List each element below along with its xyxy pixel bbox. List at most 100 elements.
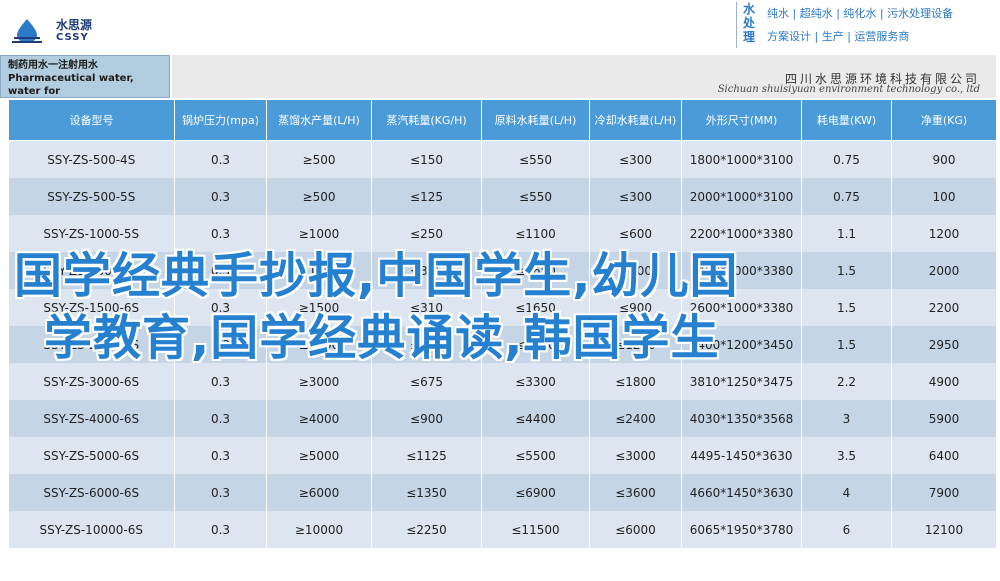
- table-cell: ≤1125: [371, 437, 482, 474]
- table-cell: 3.5: [801, 437, 892, 474]
- table-cell: SSY-ZS-1000-5S: [8, 215, 175, 252]
- table-row: SSY-ZS-6000-6S 0.3 ≥6000 ≤1350 ≤6900 ≤3600 466…: [8, 474, 997, 511]
- table-cell: 0.3: [174, 326, 267, 363]
- table-cell: ≤3000: [589, 437, 682, 474]
- table-cell: ≥1500: [266, 289, 372, 326]
- company-banner: 四川水思源环境科技有限公司 Sichuan shuisiyuan environ…: [172, 55, 996, 98]
- table-cell: 0.3: [174, 363, 267, 400]
- table-cell: ≥5000: [266, 437, 372, 474]
- table-cell: SSY-ZS-500-5S: [8, 178, 175, 215]
- table-cell: ≤6900: [481, 474, 590, 511]
- table-cell: ≥6000: [266, 474, 372, 511]
- table-cell: ≤675: [371, 363, 482, 400]
- table-cell: ≤125: [371, 178, 482, 215]
- table-cell: ≤300: [589, 178, 682, 215]
- table-cell: 0.3: [174, 437, 267, 474]
- header-distilled-output: 蒸馏水产量(L/H): [266, 99, 372, 141]
- table-cell: 0.3: [174, 474, 267, 511]
- table-cell: ≤3300: [481, 363, 590, 400]
- table-body: SSY-ZS-500-4S 0.3 ≥500 ≤150 ≤550 ≤300 1800*100…: [8, 140, 997, 548]
- table-cell: 0.75: [801, 178, 892, 215]
- table-cell: 2200: [891, 289, 997, 326]
- table-cell: ≤300: [589, 140, 682, 178]
- table-cell: SSY-ZS-3000-6S: [8, 363, 175, 400]
- table-cell: SSY-ZS-1500-5S: [8, 252, 175, 289]
- brand-name-cn: 水思源: [56, 18, 93, 32]
- header-steam-consumption: 蒸汽耗量(KG/H): [371, 99, 482, 141]
- table-row: SSY-ZS-4000-6S 0.3 ≥4000 ≤900 ≤4400 ≤2400 4030…: [8, 400, 997, 437]
- table-cell: 0.3: [174, 511, 267, 548]
- header-net-weight: 净重(KG): [891, 99, 997, 141]
- table-cell: 4030*1350*3568: [681, 400, 802, 437]
- table-cell: 3810*1250*3475: [681, 363, 802, 400]
- slogan-line-2: 方案设计 | 生产 | 运营服务商: [767, 30, 910, 43]
- table-cell: 0.75: [801, 140, 892, 178]
- table-cell: ≤2250: [371, 511, 482, 548]
- table-cell: ≥2000: [266, 326, 372, 363]
- table-cell: 0.3: [174, 289, 267, 326]
- table-cell: SSY-ZS-2000-6S: [8, 326, 175, 363]
- table-cell: 900: [891, 140, 997, 178]
- table-cell: ≤2200: [481, 326, 590, 363]
- table-row: SSY-ZS-1500-6S 0.3 ≥1500 ≤310 ≤1650 ≤900 2600*…: [8, 289, 997, 326]
- table-cell: 3400*1200*3450: [681, 326, 802, 363]
- table-row: SSY-ZS-3000-6S 0.3 ≥3000 ≤675 ≤3300 ≤1800 3810…: [8, 363, 997, 400]
- product-title-cn: 制药用水一注射用水: [8, 60, 98, 71]
- header-dimensions: 外形尺寸(MM): [681, 99, 802, 141]
- table-cell: 2450*1000*3380: [681, 252, 802, 289]
- table-cell: 1.5: [801, 252, 892, 289]
- table-cell: 6: [801, 511, 892, 548]
- table-cell: ≤1800: [589, 363, 682, 400]
- product-title-en-1: Pharmaceutical water, water for: [8, 73, 134, 97]
- table-row: SSY-ZS-500-4S 0.3 ≥500 ≤150 ≤550 ≤300 1800*100…: [8, 140, 997, 178]
- table-cell: 12100: [891, 511, 997, 548]
- table-cell: 1200: [891, 215, 997, 252]
- header-model: 设备型号: [8, 99, 175, 141]
- header-feed-water: 原料水耗量(L/H): [481, 99, 590, 141]
- table-row: SSY-ZS-500-5S 0.3 ≥500 ≤125 ≤550 ≤300 2000*100…: [8, 178, 997, 215]
- table-cell: 0.3: [174, 140, 267, 178]
- table-cell: ≤3600: [589, 474, 682, 511]
- table-cell: SSY-ZS-5000-6S: [8, 437, 175, 474]
- table-cell: ≤250: [371, 215, 482, 252]
- table-cell: 0.3: [174, 215, 267, 252]
- table-cell: 0.3: [174, 400, 267, 437]
- table-cell: SSY-ZS-500-4S: [8, 140, 175, 178]
- table-cell: ≤450: [371, 326, 482, 363]
- table-cell: ≤900: [589, 252, 682, 289]
- table-cell: ≤310: [371, 289, 482, 326]
- table-cell: 2000: [891, 252, 997, 289]
- table-cell: 2600*1000*3380: [681, 289, 802, 326]
- table-cell: ≤4400: [481, 400, 590, 437]
- table-cell: 1.5: [801, 326, 892, 363]
- table-cell: 100: [891, 178, 997, 215]
- table-cell: SSY-ZS-1500-6S: [8, 289, 175, 326]
- table-cell: 7900: [891, 474, 997, 511]
- table-cell: SSY-ZS-6000-6S: [8, 474, 175, 511]
- table-cell: ≤150: [371, 140, 482, 178]
- table-cell: ≤1650: [481, 252, 590, 289]
- water-drop-logo-icon: [12, 19, 42, 43]
- page-header: 水思源 CSSY 水处理 纯水 | 超纯水 | 纯化水 | 污水处理设备 方案设…: [0, 0, 1000, 55]
- header-boiler-pressure: 锅炉压力(mpa): [174, 99, 267, 141]
- table-cell: 4900: [891, 363, 997, 400]
- table-cell: 2200*1000*3380: [681, 215, 802, 252]
- table-cell: 4660*1450*3630: [681, 474, 802, 511]
- title-block: 制药用水一注射用水 Pharmaceutical water, water fo…: [0, 55, 1000, 110]
- table-cell: 3: [801, 400, 892, 437]
- table-cell: ≥4000: [266, 400, 372, 437]
- table-cell: SSY-ZS-4000-6S: [8, 400, 175, 437]
- table-cell: ≤375: [371, 252, 482, 289]
- table-cell: ≥1000: [266, 215, 372, 252]
- table-cell: 6065*1950*3780: [681, 511, 802, 548]
- product-title: 制药用水一注射用水 Pharmaceutical water, water fo…: [0, 55, 170, 110]
- table-cell: ≤550: [481, 140, 590, 178]
- slogan-vertical: 水处理: [743, 2, 756, 44]
- table-row: SSY-ZS-2000-6S 0.3 ≥2000 ≤450 ≤2200 ≤1200 3400…: [8, 326, 997, 363]
- table-row: SSY-ZS-1500-5S 0.3 ≥1500 ≤375 ≤1650 ≤900 2450*…: [8, 252, 997, 289]
- table-header-row: 设备型号 锅炉压力(mpa) 蒸馏水产量(L/H) 蒸汽耗量(KG/H) 原料水…: [8, 99, 997, 141]
- slogan-box: 水处理 纯水 | 超纯水 | 纯化水 | 污水处理设备 方案设计 | 生产 | …: [736, 2, 989, 48]
- table-cell: ≤1650: [481, 289, 590, 326]
- header-cooling-water: 冷却水耗量(L/H): [589, 99, 682, 141]
- table-row: SSY-ZS-10000-6S 0.3 ≥10000 ≤2250 ≤11500 ≤6000…: [8, 511, 997, 548]
